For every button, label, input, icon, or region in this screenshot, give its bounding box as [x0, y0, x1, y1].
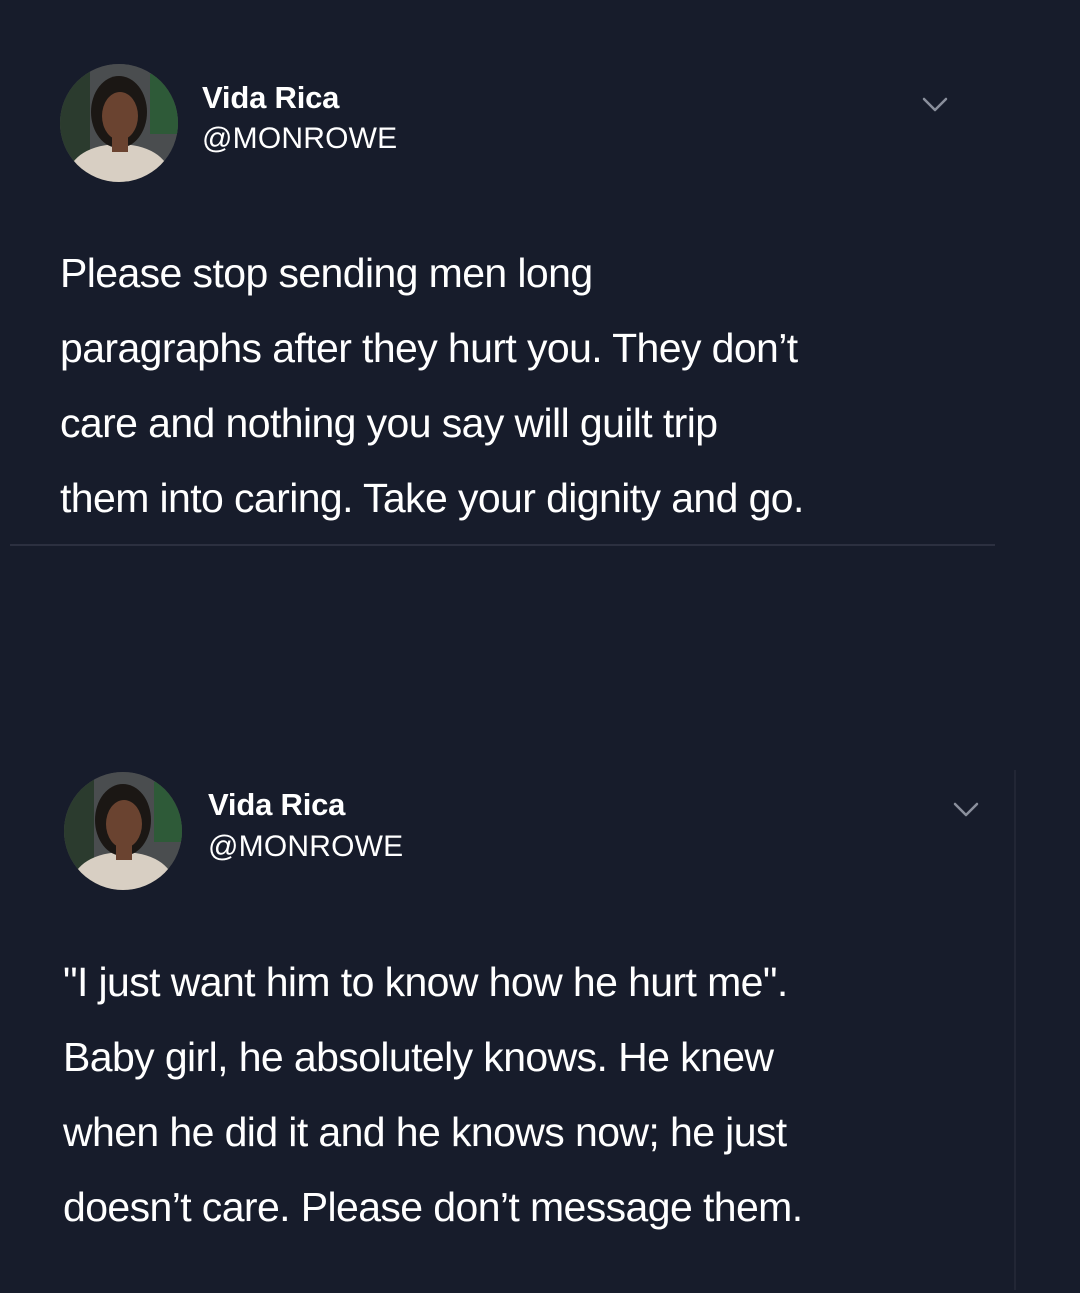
tweet-divider [10, 544, 995, 546]
author-handle[interactable]: @MONROWE [208, 830, 403, 864]
tweet-text: Please stop sending men long paragraphs … [60, 250, 804, 521]
author-name[interactable]: Vida Rica [208, 787, 345, 823]
author-name[interactable]: Vida Rica [202, 80, 339, 116]
author-handle[interactable]: @MONROWE [202, 122, 397, 156]
tweet-text: "I just want him to know how he hurt me"… [63, 959, 803, 1230]
chevron-down-icon[interactable] [920, 95, 950, 115]
chevron-down-icon[interactable] [951, 800, 981, 820]
avatar-image [64, 772, 182, 890]
avatar-image [60, 64, 178, 182]
avatar[interactable] [60, 64, 178, 182]
tweet[interactable]: Vida Rica @MONROWE "I just want him to k… [0, 700, 1080, 1293]
tweet[interactable]: Vida Rica @MONROWE Please stop sending m… [0, 0, 1080, 560]
avatar[interactable] [64, 772, 182, 890]
